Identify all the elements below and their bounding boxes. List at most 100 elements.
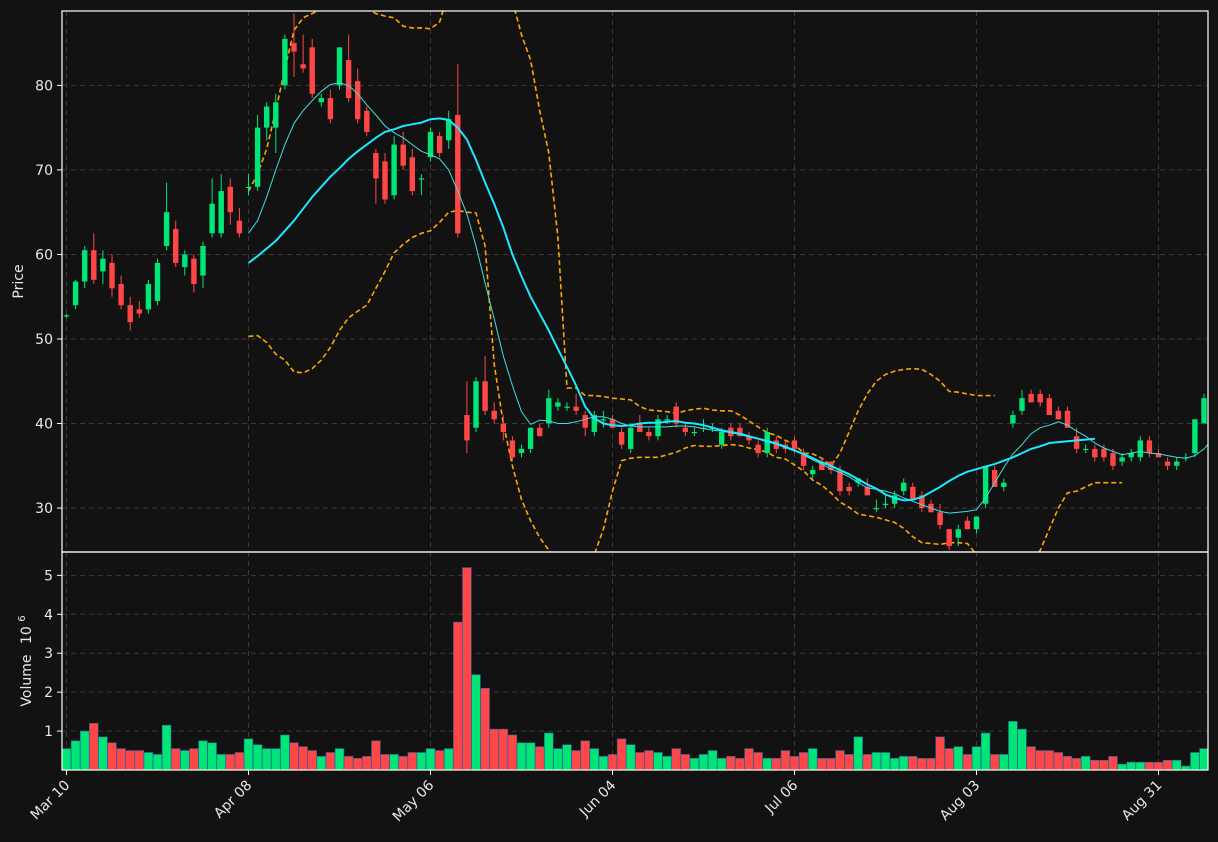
volume-bar xyxy=(653,752,663,770)
volume-bar xyxy=(252,744,263,770)
candle-body xyxy=(336,47,343,86)
volume-bar xyxy=(771,758,782,770)
volume-bar xyxy=(1108,756,1118,770)
candle-body xyxy=(109,262,115,289)
volume-bar xyxy=(917,758,927,770)
candle-body xyxy=(1119,457,1125,462)
volume-bar xyxy=(1126,761,1136,770)
volume-bar xyxy=(726,756,736,770)
volume-bar xyxy=(1099,759,1109,770)
candle-body xyxy=(245,186,252,189)
volume-bar xyxy=(671,748,681,770)
candle-body xyxy=(491,410,497,420)
volume-bar xyxy=(280,734,290,770)
volume-bar xyxy=(1026,746,1036,770)
volume-bar xyxy=(1071,758,1082,770)
candle-body xyxy=(810,470,816,475)
candle-body xyxy=(82,250,88,282)
volume-bar xyxy=(1117,763,1127,770)
candle-body xyxy=(1101,448,1107,458)
volume-bar xyxy=(926,758,936,770)
volume-bar xyxy=(216,754,226,770)
volume-bar xyxy=(625,744,636,770)
volume-bar xyxy=(171,748,181,770)
candle-body xyxy=(91,250,97,280)
candle-body xyxy=(127,305,133,323)
candle-body xyxy=(527,427,534,449)
volume-bar xyxy=(680,754,691,770)
volume-bar xyxy=(1044,750,1055,770)
volume-bar xyxy=(598,756,609,770)
candle-body xyxy=(1019,398,1025,411)
volume-bar xyxy=(1008,721,1018,770)
candle-body xyxy=(546,398,552,424)
volume-bar xyxy=(744,748,754,770)
candle-body xyxy=(573,406,579,411)
volume-bar xyxy=(898,756,909,770)
candle-body xyxy=(964,520,971,530)
candle-body xyxy=(118,284,124,306)
volume-bar xyxy=(562,744,572,770)
volume-bar xyxy=(1017,728,1027,770)
volume-bar xyxy=(980,732,991,770)
volume-bar xyxy=(871,752,882,770)
candle-body xyxy=(145,284,152,310)
volume-bar xyxy=(853,736,863,770)
volume-bar xyxy=(1062,756,1073,770)
volume-bar xyxy=(89,722,99,770)
volume-bar xyxy=(334,748,345,770)
volume-bar xyxy=(616,738,627,770)
candle-body xyxy=(1164,461,1171,466)
volume-bar xyxy=(507,734,518,770)
candle-body xyxy=(264,106,270,128)
volume-bar xyxy=(80,730,90,770)
candlestick-chart: 304050607080 Price 12345 Volume 10 6 Mar… xyxy=(0,0,1218,842)
volume-bar xyxy=(908,756,918,770)
volume-axis-label-exponent: 10 xyxy=(19,626,35,644)
candle-body xyxy=(100,258,106,272)
candle-body xyxy=(391,144,397,196)
candle-body xyxy=(846,486,852,492)
volume-bar xyxy=(1190,752,1200,770)
volume-bar xyxy=(207,742,217,770)
volume-bar xyxy=(889,758,900,770)
candle-body xyxy=(282,38,288,86)
volume-bar xyxy=(835,750,845,770)
volume-bar xyxy=(180,750,190,770)
candle-body xyxy=(1028,393,1034,403)
candle-body xyxy=(173,229,179,263)
candle-body xyxy=(309,47,315,94)
volume-bar xyxy=(498,728,508,770)
candle-body xyxy=(291,43,297,52)
volume-bar xyxy=(817,758,827,770)
volume-bar xyxy=(607,754,618,770)
volume-bar xyxy=(1035,750,1045,770)
candle-body xyxy=(273,102,279,128)
candle-body xyxy=(227,186,233,213)
volume-bar xyxy=(716,758,727,770)
volume-bar xyxy=(807,748,818,770)
volume-y-tick-label: 5 xyxy=(44,568,53,584)
candle-body xyxy=(1092,448,1098,458)
volume-bar xyxy=(989,754,1000,770)
volume-bar xyxy=(161,724,172,770)
candle-body xyxy=(910,486,916,500)
volume-bar xyxy=(134,750,144,770)
volume-bar xyxy=(389,754,399,770)
candle-body xyxy=(600,419,607,421)
candle-body xyxy=(555,402,561,407)
candle-body xyxy=(473,381,479,428)
candle-body xyxy=(1055,410,1062,420)
candle-body xyxy=(1037,393,1043,403)
volume-bar xyxy=(780,750,791,770)
volume-bar xyxy=(1172,759,1182,770)
volume-bar xyxy=(580,740,590,770)
candle-body xyxy=(582,415,588,428)
volume-bar xyxy=(325,752,336,770)
volume-bar xyxy=(261,748,272,770)
candle-body xyxy=(191,258,197,285)
volume-bar xyxy=(525,742,536,770)
volume-bar xyxy=(471,674,481,770)
volume-axis-label: Volume 10 6 xyxy=(17,615,35,706)
volume-bar xyxy=(462,567,472,770)
